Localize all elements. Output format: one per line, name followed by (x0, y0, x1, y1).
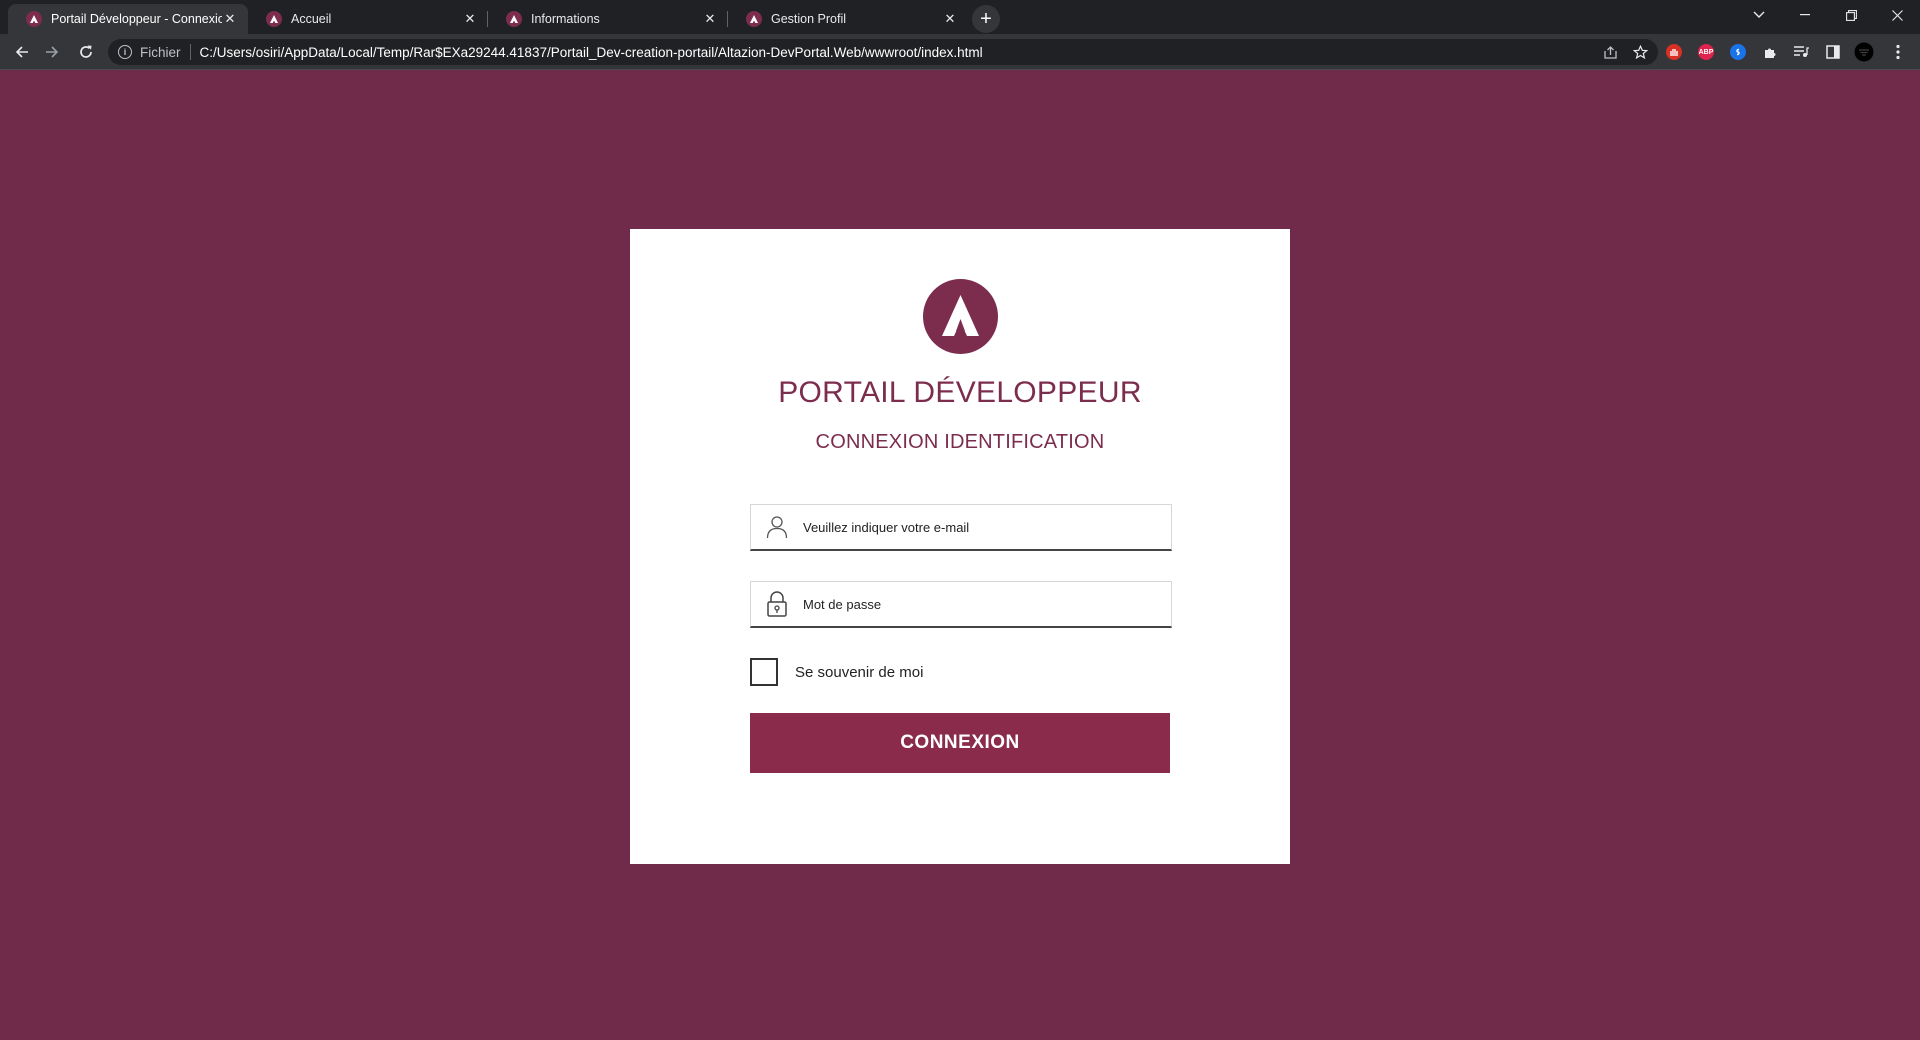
altazion-favicon-icon (506, 11, 522, 27)
extensions-puzzle-icon[interactable] (1758, 40, 1782, 64)
adblock-plus-extension-icon[interactable]: ABP (1698, 44, 1714, 60)
menu-kebab-icon[interactable] (1886, 40, 1910, 64)
bookmark-star-icon[interactable] (1626, 39, 1654, 65)
tab-close-icon[interactable]: ✕ (222, 11, 238, 27)
info-icon[interactable]: i (118, 45, 132, 59)
padlock-icon (751, 582, 803, 627)
browser-toolbar: i Fichier C:/Users/osiri/AppData/Local/T… (0, 34, 1920, 70)
tab-informations[interactable]: Informations ✕ (488, 4, 728, 34)
page-title: PORTAIL DÉVELOPPEUR (778, 376, 1142, 409)
tab-title: Informations (531, 12, 600, 26)
address-bar[interactable]: i Fichier C:/Users/osiri/AppData/Local/T… (108, 39, 1658, 65)
profile-avatar-icon[interactable] (1852, 40, 1876, 64)
tab-close-icon[interactable]: ✕ (942, 11, 958, 27)
login-card: PORTAIL DÉVELOPPEUR CONNEXION IDENTIFICA… (630, 229, 1290, 864)
email-field[interactable] (750, 504, 1172, 551)
tab-search-icon[interactable] (1736, 0, 1782, 30)
address-url[interactable]: C:/Users/osiri/AppData/Local/Temp/Rar$EX… (200, 45, 983, 60)
page-subtitle: CONNEXION IDENTIFICATION (815, 431, 1105, 453)
address-divider (189, 44, 191, 60)
altazion-favicon-icon (266, 11, 282, 27)
red-hand-extension-icon[interactable] (1666, 44, 1682, 60)
new-tab-button[interactable]: + (972, 5, 1000, 33)
password-input[interactable] (803, 596, 1171, 612)
restore-icon[interactable] (1828, 0, 1874, 30)
tab-portail-connexion[interactable]: Portail Développeur - Connexion ✕ (8, 4, 248, 34)
shazam-extension-icon[interactable] (1730, 44, 1746, 60)
remember-me[interactable]: Se souvenir de moi (750, 658, 923, 686)
tab-accueil[interactable]: Accueil ✕ (248, 4, 488, 34)
tab-close-icon[interactable]: ✕ (462, 11, 478, 27)
tab-title: Accueil (291, 12, 332, 26)
tab-title: Portail Développeur - Connexion (51, 12, 222, 26)
user-icon (751, 505, 803, 550)
share-icon[interactable] (1596, 39, 1624, 65)
media-playlist-icon[interactable] (1789, 40, 1813, 64)
side-panel-icon[interactable] (1821, 40, 1845, 64)
reload-icon[interactable] (72, 38, 100, 66)
tab-title: Gestion Profil (771, 12, 847, 26)
email-input[interactable] (803, 519, 1171, 535)
address-scheme-label: Fichier (140, 44, 181, 60)
remember-me-label: Se souvenir de moi (795, 663, 924, 681)
altazion-favicon-icon (26, 11, 42, 27)
tab-strip: Portail Développeur - Connexion ✕ Accuei… (0, 0, 1920, 34)
forward-icon[interactable] (38, 38, 66, 66)
back-icon[interactable] (8, 38, 36, 66)
altazion-logo-icon (923, 279, 998, 354)
password-field[interactable] (750, 581, 1172, 628)
tab-close-icon[interactable]: ✕ (702, 11, 718, 27)
minimize-icon[interactable] (1782, 0, 1828, 30)
connexion-button[interactable]: CONNEXION (750, 713, 1170, 773)
tab-gestion-profil[interactable]: Gestion Profil ✕ (728, 4, 968, 34)
close-window-icon[interactable] (1874, 0, 1920, 30)
altazion-favicon-icon (746, 11, 762, 27)
remember-me-checkbox[interactable] (750, 658, 778, 686)
